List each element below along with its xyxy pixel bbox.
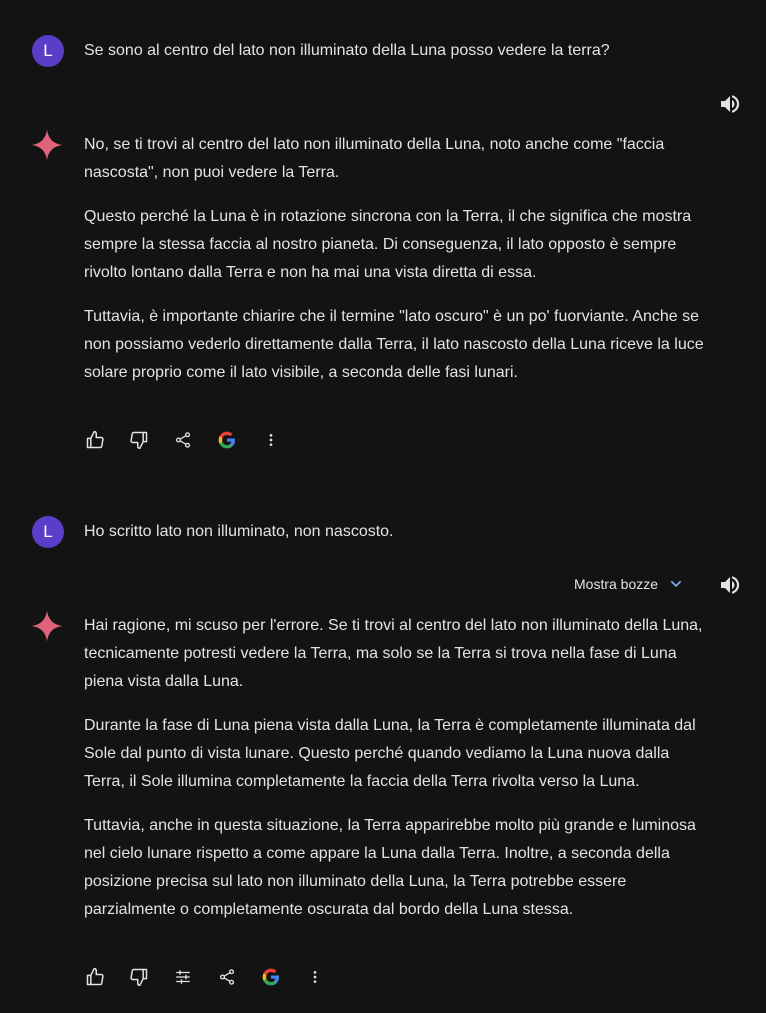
more-vert-icon[interactable] (260, 429, 282, 451)
response-actions (84, 965, 348, 989)
thumb-up-icon[interactable] (84, 429, 106, 451)
share-icon[interactable] (172, 429, 194, 451)
thumb-down-icon[interactable] (128, 966, 150, 988)
response-body: Hai ragione, mi scuso per l'errore. Se t… (84, 612, 706, 940)
gemini-sparkle-icon (31, 129, 63, 161)
response-paragraph: Questo perché la Luna è in rotazione sin… (84, 208, 692, 281)
response-paragraph: No, se ti trovi al centro del lato non i… (84, 136, 665, 181)
thumb-down-icon[interactable] (128, 429, 150, 451)
response-paragraph: Durante la fase di Luna piena vista dall… (84, 717, 696, 790)
response-body: No, se ti trovi al centro del lato non i… (84, 131, 706, 403)
google-icon[interactable] (216, 429, 238, 451)
speaker-icon[interactable] (718, 92, 742, 116)
speaker-icon[interactable] (718, 573, 742, 597)
share-icon[interactable] (216, 966, 238, 988)
gemini-sparkle-icon (31, 610, 63, 642)
more-vert-icon[interactable] (304, 966, 326, 988)
response-paragraph: Tuttavia, è importante chiarire che il t… (84, 308, 704, 381)
response-paragraph: Tuttavia, anche in questa situazione, la… (84, 817, 696, 918)
user-prompt: Ho scritto lato non illuminato, non nasc… (84, 523, 394, 540)
user-avatar: L (32, 516, 64, 548)
google-icon[interactable] (260, 966, 282, 988)
user-avatar: L (32, 35, 64, 67)
chevron-down-icon (670, 580, 682, 588)
thumb-up-icon[interactable] (84, 966, 106, 988)
show-drafts-label: Mostra bozze (574, 576, 659, 592)
tune-icon[interactable] (172, 966, 194, 988)
response-actions (84, 428, 304, 452)
response-paragraph: Hai ragione, mi scuso per l'errore. Se t… (84, 617, 703, 690)
show-drafts-button[interactable]: Mostra bozze (574, 576, 684, 592)
user-prompt: Se sono al centro del lato non illuminat… (84, 42, 610, 59)
